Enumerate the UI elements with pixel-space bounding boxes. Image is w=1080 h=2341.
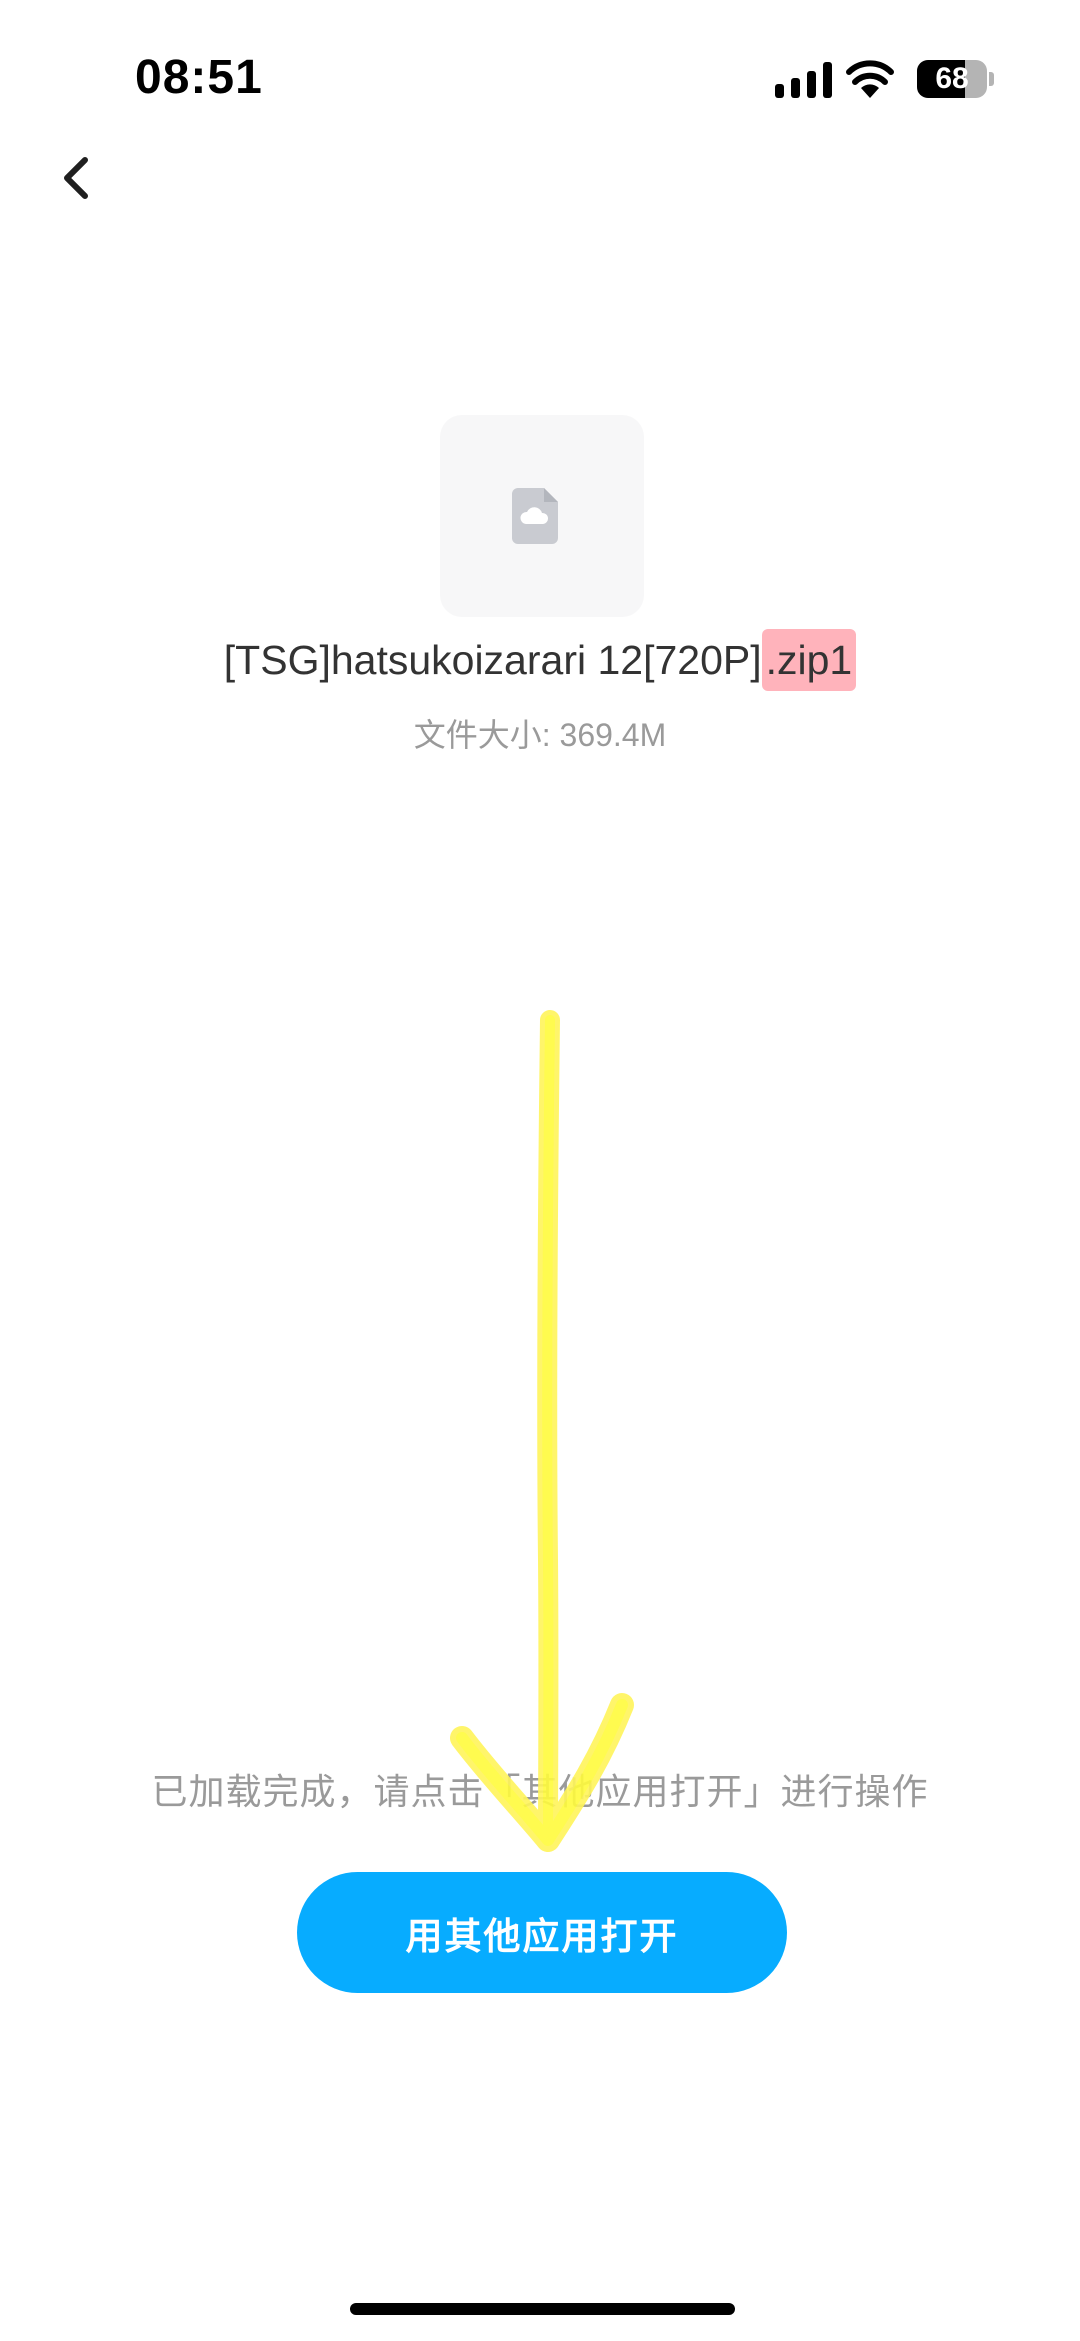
file-name: [TSG]hatsukoizarari 12[720P].zip1 [0,629,1080,691]
battery-icon: 68 [917,60,987,98]
instruction-text: 已加载完成，请点击「其他应用打开」进行操作 [151,1771,929,1812]
file-extension-highlight: .zip1 [761,629,857,691]
file-name-base: [TSG]hatsukoizarari 12[720P] [223,637,762,683]
open-with-other-app-button[interactable]: 用其他应用打开 [297,1872,787,1993]
status-time: 08:51 [135,51,263,104]
battery-level: 68 [935,62,969,95]
file-thumbnail [440,415,644,617]
home-indicator [350,2303,735,2315]
status-bar: 08:51 68 [0,0,1080,150]
battery-tip [989,72,994,86]
back-chevron-icon[interactable] [55,148,95,208]
file-size: 文件大小: 369.4M [413,717,667,753]
cellular-signal-icon [775,62,833,98]
cloud-file-icon [512,488,558,544]
wifi-icon [846,60,894,98]
